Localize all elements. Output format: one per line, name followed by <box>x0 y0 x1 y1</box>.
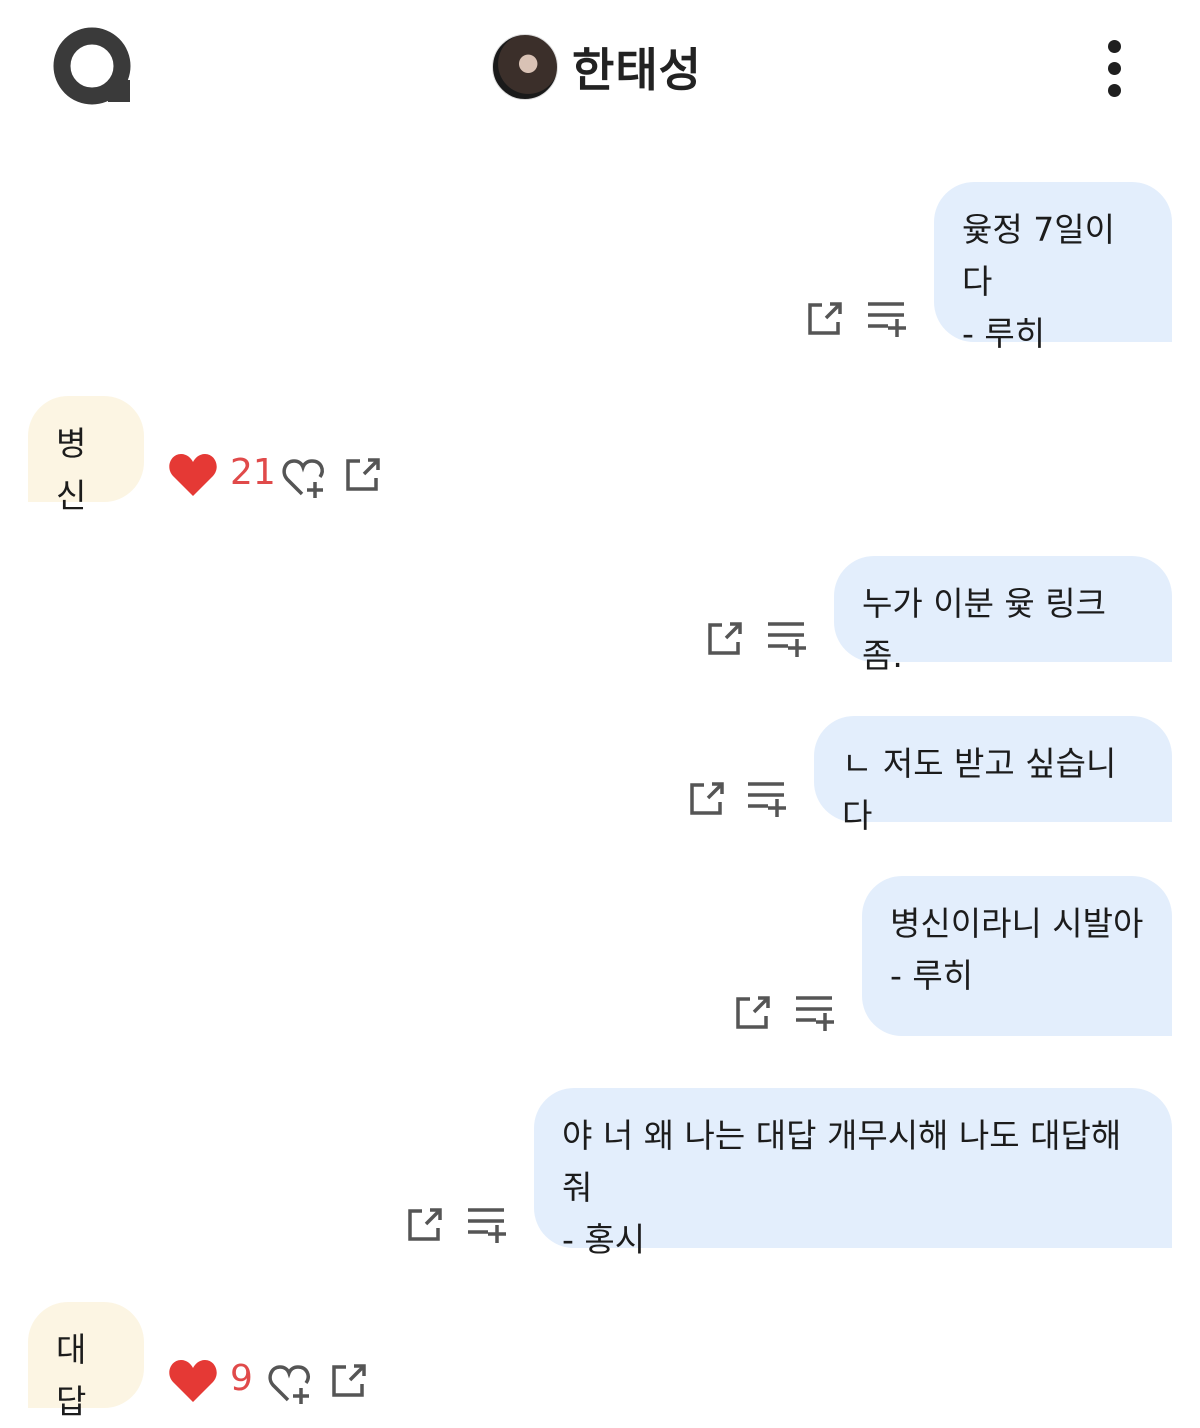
message-bubble-theirs[interactable]: 대답 <box>28 1302 144 1421</box>
channel-name: 한태성 <box>572 43 702 97</box>
channel-title[interactable]: 한태성 <box>492 32 702 102</box>
share-icon[interactable] <box>688 780 726 818</box>
like-count: 9 <box>230 1358 253 1399</box>
add-to-queue-icon[interactable] <box>794 994 834 1032</box>
add-to-queue-icon[interactable] <box>866 300 906 338</box>
heart-filled-icon[interactable] <box>168 452 218 498</box>
avatar[interactable] <box>492 34 558 100</box>
add-to-queue-icon[interactable] <box>466 1206 506 1244</box>
message-bubble-theirs[interactable]: 병신 <box>28 396 144 515</box>
message-bubble-mine[interactable]: ㄴ 저도 받고 싶습니다 <box>814 716 1172 835</box>
like-count: 21 <box>230 452 276 493</box>
add-to-queue-icon[interactable] <box>766 620 806 658</box>
share-icon[interactable] <box>706 620 744 658</box>
share-icon[interactable] <box>344 456 382 494</box>
share-icon[interactable] <box>330 1362 368 1400</box>
share-icon[interactable] <box>734 994 772 1032</box>
heart-filled-icon[interactable] <box>168 1358 218 1404</box>
search-logo-icon[interactable] <box>52 26 136 108</box>
add-reaction-icon[interactable] <box>268 1362 314 1406</box>
share-icon[interactable] <box>806 300 844 338</box>
add-to-queue-icon[interactable] <box>746 780 786 818</box>
message-bubble-mine[interactable]: 병신이라니 시발아 - 루히 <box>862 876 1172 1036</box>
message-bubble-mine[interactable]: 누가 이분 윷 링크좀. <box>834 556 1172 675</box>
message-bubble-mine[interactable]: 윷정 7일이다 - 루히 <box>934 182 1172 353</box>
add-reaction-icon[interactable] <box>282 456 328 500</box>
more-options-icon[interactable] <box>1098 36 1130 100</box>
message-bubble-mine[interactable]: 야 너 왜 나는 대답 개무시해 나도 대답해줘 - 홍시 <box>534 1088 1172 1259</box>
chat-header: 한태성 <box>0 0 1200 130</box>
share-icon[interactable] <box>406 1206 444 1244</box>
